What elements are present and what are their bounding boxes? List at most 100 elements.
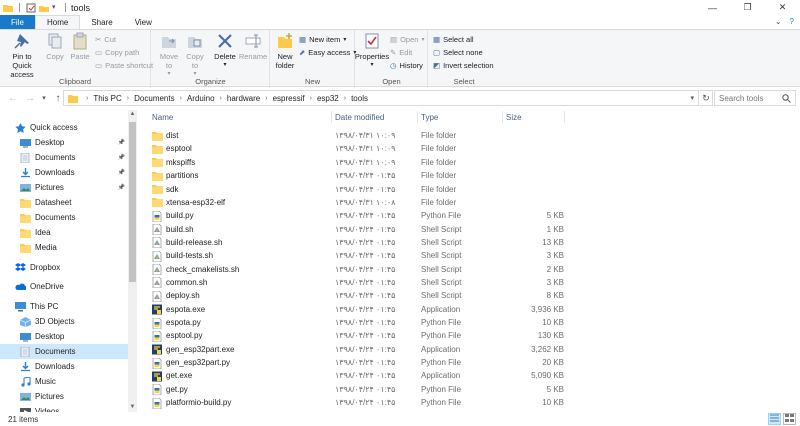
nav-item-quick-access[interactable]: Quick access [0, 120, 128, 135]
copy-to-button[interactable]: Copy to ▾ [183, 32, 207, 79]
nav-item-onedrive[interactable]: OneDrive [0, 279, 128, 294]
refresh-button[interactable]: ↻ [700, 90, 713, 106]
tab-file[interactable]: File [0, 15, 35, 29]
column-header-date[interactable]: Date modified [335, 110, 384, 125]
address-bar[interactable]: › This PC › Documents › Arduino › hardwa… [63, 90, 699, 106]
file-row[interactable]: deploy.sh ۱۳۹۸/۰۴/۲۴ ۰۱:۴۵ Shell Script 8 K… [148, 289, 564, 303]
column-header-name[interactable]: Name [152, 110, 173, 125]
nav-item-idea[interactable]: Idea [0, 225, 128, 240]
file-row[interactable]: partitions ۱۳۹۸/۰۴/۲۴ ۰۱:۴۵ File folder [148, 169, 564, 182]
file-row[interactable]: espota.exe ۱۳۹۸/۰۴/۲۴ ۰۱:۴۵ Application 3,9… [148, 303, 564, 316]
rename-button[interactable]: Rename [239, 32, 267, 61]
file-row[interactable]: get.exe ۱۳۹۸/۰۴/۲۴ ۰۱:۴۵ Application 5,090 … [148, 369, 564, 382]
column-divider[interactable] [564, 111, 565, 123]
nav-item-datasheet[interactable]: Datasheet [0, 195, 128, 210]
chevron-right-icon[interactable]: › [344, 95, 346, 102]
breadcrumb-espressif[interactable]: espressif [273, 94, 305, 103]
move-to-button[interactable]: Move to ▾ [157, 32, 181, 79]
paste-button[interactable]: Paste [69, 32, 91, 61]
search-input[interactable]: Search tools [714, 90, 796, 106]
file-row[interactable]: sdk ۱۳۹۸/۰۴/۲۴ ۰۱:۴۵ File folder [148, 182, 564, 195]
nav-item-dropbox[interactable]: Dropbox [0, 260, 128, 275]
new-item-button[interactable]: ▦ New item ▾ [299, 35, 346, 44]
nav-item-documents[interactable]: Documents [0, 344, 128, 359]
new-folder-button[interactable]: New folder [272, 32, 298, 70]
large-icons-view-button[interactable] [783, 413, 796, 425]
scroll-up-icon[interactable]: ▲ [128, 110, 137, 119]
chevron-right-icon[interactable]: › [180, 95, 182, 102]
select-none-button[interactable]: ▢ Select none [433, 48, 483, 57]
column-divider[interactable] [417, 111, 418, 123]
file-row[interactable]: check_cmakelists.sh ۱۳۹۸/۰۴/۲۴ ۰۱:۴۵ Shell… [148, 263, 564, 276]
folder-icon[interactable] [3, 3, 13, 13]
file-row[interactable]: build.py ۱۳۹۸/۰۴/۲۴ ۰۱:۴۵ Python File 5 KB [148, 209, 564, 223]
recent-locations-button[interactable]: ▾ [40, 91, 48, 105]
forward-button[interactable]: → [23, 91, 37, 105]
chevron-down-icon[interactable]: ▾ [690, 94, 694, 102]
minimize-button[interactable]: — [695, 0, 730, 15]
cut-button[interactable]: ✂ Cut [95, 35, 116, 44]
edit-button[interactable]: ✎ Edit [390, 48, 412, 57]
properties-icon[interactable] [26, 3, 36, 13]
pin-quick-access-button[interactable]: Pin to Quick access [3, 32, 41, 79]
column-header-type[interactable]: Type [421, 110, 438, 125]
file-row[interactable]: xtensa-esp32-elf ۱۳۹۸/۰۴/۳۱ ۱۰:۰۸ File fol… [148, 196, 564, 209]
column-divider[interactable] [331, 111, 332, 123]
file-row[interactable]: gen_esp32part.py ۱۳۹۸/۰۴/۲۴ ۰۱:۴۵ Python F… [148, 356, 564, 369]
breadcrumb-esp32[interactable]: esp32 [317, 94, 339, 103]
nav-item-documents[interactable]: Documents [0, 210, 128, 225]
properties-button[interactable]: Properties ▾ [355, 32, 389, 70]
file-row[interactable]: dist ۱۳۹۸/۰۴/۳۱ ۱۰:۰۹ File folder [148, 129, 564, 142]
delete-button[interactable]: Delete ▾ [213, 32, 237, 70]
file-row[interactable]: get.py ۱۳۹۸/۰۴/۲۴ ۰۱:۴۵ Python File 5 KB [148, 383, 564, 396]
nav-item-media[interactable]: Media [0, 240, 128, 255]
nav-item-music[interactable]: Music [0, 374, 128, 389]
navigation-pane-scrollbar[interactable]: ▲ ▼ [128, 110, 137, 412]
history-button[interactable]: ◷ History [390, 61, 423, 70]
nav-item-videos[interactable]: Videos [0, 404, 128, 412]
chevron-down-icon[interactable]: ▾ [52, 3, 59, 13]
file-row[interactable]: esptool ۱۳۹۸/۰۴/۳۱ ۱۰:۰۹ File folder [148, 142, 564, 155]
chevron-right-icon[interactable]: › [220, 95, 222, 102]
column-divider[interactable] [502, 111, 503, 123]
nav-item-documents[interactable]: Documents 📌 [0, 150, 128, 165]
nav-item-3d-objects[interactable]: 3D Objects [0, 314, 128, 329]
chevron-right-icon[interactable]: › [265, 95, 267, 102]
file-row[interactable]: build-release.sh ۱۳۹۸/۰۴/۲۴ ۰۱:۴۵ Shell Sc… [148, 236, 564, 249]
new-folder-icon[interactable] [39, 3, 49, 13]
file-row[interactable]: platformio-build.py ۱۳۹۸/۰۴/۲۴ ۰۱:۴۵ Pytho… [148, 396, 564, 409]
breadcrumb-documents[interactable]: Documents [134, 94, 174, 103]
breadcrumb-arduino[interactable]: Arduino [187, 94, 215, 103]
chevron-down-icon[interactable]: ⌄ [775, 17, 782, 26]
nav-item-this-pc[interactable]: This PC [0, 299, 128, 314]
scrollbar-thumb[interactable] [129, 122, 136, 282]
help-icon[interactable]: ? [790, 17, 794, 26]
select-all-button[interactable]: ▦ Select all [433, 35, 474, 44]
tab-home[interactable]: Home [35, 15, 81, 29]
chevron-right-icon[interactable]: › [127, 95, 129, 102]
chevron-right-icon[interactable]: › [310, 95, 312, 102]
file-row[interactable]: esptool.py ۱۳۹۸/۰۴/۲۴ ۰۱:۴۵ Python File 130… [148, 329, 564, 343]
file-row[interactable]: common.sh ۱۳۹۸/۰۴/۲۴ ۰۱:۴۵ Shell Script 3 K… [148, 276, 564, 289]
tab-share[interactable]: Share [80, 15, 123, 29]
nav-item-downloads[interactable]: Downloads [0, 359, 128, 374]
nav-item-desktop[interactable]: Desktop 📌 [0, 135, 128, 150]
breadcrumb-this-pc[interactable]: This PC [93, 94, 121, 103]
nav-item-pictures[interactable]: Pictures 📌 [0, 180, 128, 195]
nav-item-desktop[interactable]: Desktop [0, 329, 128, 344]
file-row[interactable]: build-tests.sh ۱۳۹۸/۰۴/۲۴ ۰۱:۴۵ Shell Scri… [148, 249, 564, 263]
file-row[interactable]: espota.py ۱۳۹۸/۰۴/۲۴ ۰۱:۴۵ Python File 10 K… [148, 316, 564, 329]
file-row[interactable]: gen_esp32part.exe ۱۳۹۸/۰۴/۲۴ ۰۱:۴۵ Applica… [148, 343, 564, 356]
scroll-down-icon[interactable]: ▼ [128, 403, 137, 412]
column-header-size[interactable]: Size [506, 110, 522, 125]
easy-access-button[interactable]: ⬈ Easy access ▾ [299, 48, 356, 57]
paste-shortcut-button[interactable]: ▭ Paste shortcut [95, 61, 153, 70]
invert-selection-button[interactable]: ◩ Invert selection [433, 61, 494, 70]
breadcrumb-hardware[interactable]: hardware [227, 94, 260, 103]
close-button[interactable]: ✕ [765, 0, 800, 15]
nav-item-pictures[interactable]: Pictures [0, 389, 128, 404]
breadcrumb-tools[interactable]: tools [351, 94, 368, 103]
details-view-button[interactable] [768, 413, 781, 425]
copy-button[interactable]: Copy [44, 32, 66, 61]
tab-view[interactable]: View [124, 15, 163, 29]
